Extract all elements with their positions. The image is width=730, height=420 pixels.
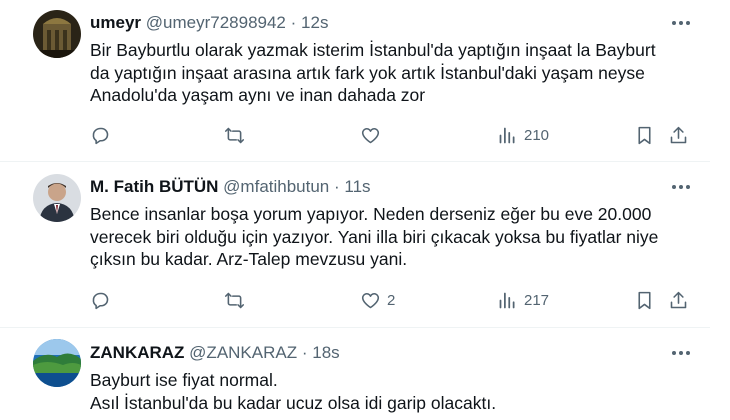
like-button[interactable]: 2 [360, 288, 395, 312]
retweet-button[interactable] [224, 123, 245, 147]
more-icon[interactable] [670, 12, 692, 34]
tweet-text: Bence insanlar boşa yorum yapıyor. Neden… [90, 203, 700, 271]
views-button[interactable]: 210 [497, 123, 549, 147]
tweet-text-line: Anadolu'da yaşam aynı ve inan dahada zor [90, 85, 426, 105]
tweet-text-line: da yaptığın inşaat arasına artık fark yo… [90, 62, 645, 83]
tweet-header: M. Fatih BÜTÜN @mfatihbutun · 11s [90, 177, 371, 197]
timestamp[interactable]: 11s [344, 177, 370, 196]
timestamp[interactable]: 18s [312, 343, 339, 362]
separator-dot: · [301, 343, 308, 362]
tweet-actions: 210 [0, 123, 730, 147]
retweet-button[interactable] [224, 288, 245, 312]
tweet-divider [0, 327, 710, 328]
view-count: 210 [524, 126, 550, 144]
timestamp[interactable]: 12s [301, 13, 328, 32]
heart-icon [361, 127, 380, 143]
bookmark-icon [638, 291, 651, 309]
tweet-header: umeyr @umeyr72898942 · 12s [90, 13, 328, 33]
reply-button[interactable] [90, 288, 111, 312]
bookmark-button[interactable] [634, 288, 655, 312]
avatar[interactable] [33, 339, 81, 387]
user-handle[interactable]: @mfatihbutun [223, 177, 329, 196]
more-icon[interactable] [670, 342, 692, 364]
tweet-header: ZANKARAZ @ZANKARAZ · 18s [90, 343, 340, 363]
avatar[interactable] [33, 174, 81, 222]
bookmark-icon [638, 126, 651, 144]
more-icon[interactable] [670, 176, 692, 198]
tweet-text-line: Bir Bayburtlu olarak yazmak isterim İsta… [90, 40, 656, 60]
reply-icon [92, 127, 109, 144]
avatar[interactable] [33, 10, 81, 58]
like-button[interactable] [360, 123, 387, 147]
display-name[interactable]: M. Fatih BÜTÜN [90, 177, 218, 196]
reply-icon [92, 292, 109, 309]
tweet-text-line: Bayburt ise fiyat normal. [90, 370, 278, 390]
reply-button[interactable] [90, 123, 111, 147]
like-count: 2 [387, 291, 396, 309]
display-name[interactable]: ZANKARAZ [90, 343, 184, 362]
heart-icon [361, 292, 380, 308]
bookmark-button[interactable] [634, 123, 655, 147]
share-icon [670, 291, 687, 308]
user-handle[interactable]: @ZANKARAZ [189, 343, 297, 362]
view-count: 217 [524, 291, 550, 309]
views-button[interactable]: 217 [497, 288, 549, 312]
tweet-text-line: verecek biri olduğu için yazıyor. Yani i… [90, 226, 659, 247]
separator-dot: · [334, 177, 340, 196]
tweet-text-line: çıksın bu kadar. Arz-Talep mevzusu yani. [90, 249, 408, 269]
display-name[interactable]: umeyr [90, 13, 141, 32]
tweet-text-line: Asıl İstanbul'da bu kadar ucuz olsa idi … [90, 392, 497, 413]
views-icon [499, 127, 515, 143]
user-handle[interactable]: @umeyr72898942 [146, 13, 286, 32]
retweet-icon [224, 292, 245, 308]
tweet-divider [0, 161, 710, 162]
share-icon [670, 126, 687, 143]
retweet-icon [224, 127, 245, 143]
share-button[interactable] [668, 123, 689, 147]
share-button[interactable] [668, 288, 689, 312]
tweet-text: Bir Bayburtlu olarak yazmak isterim İsta… [90, 39, 700, 107]
tweet-actions: 2 217 [0, 288, 730, 312]
tweet-text-line: Bence insanlar boşa yorum yapıyor. Neden… [90, 204, 652, 224]
tweet-text: Bayburt ise fiyat normal. Asıl İstanbul'… [90, 369, 700, 414]
views-icon [499, 292, 515, 308]
separator-dot: · [290, 13, 297, 32]
